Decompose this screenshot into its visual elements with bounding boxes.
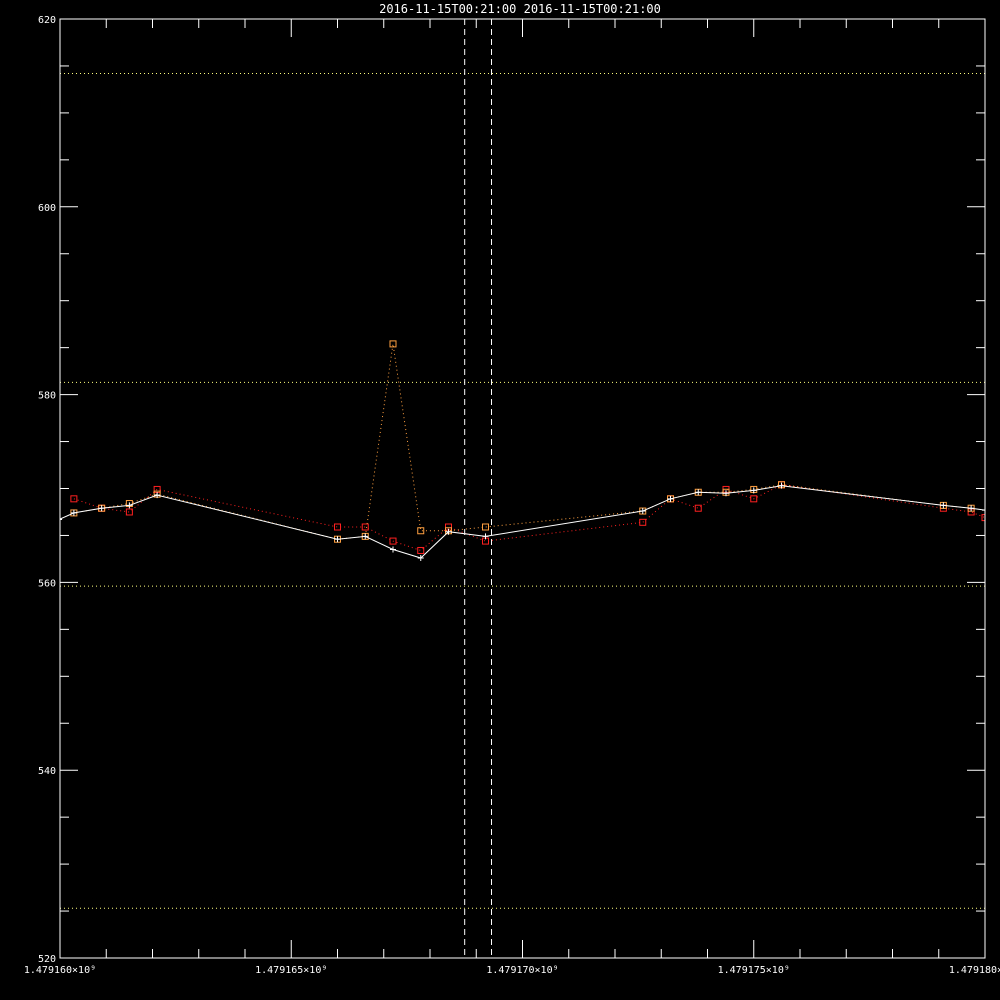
y-tick-label: 600 bbox=[38, 203, 56, 214]
x-tick-label: 1.479175×10⁹ bbox=[718, 965, 790, 976]
y-tick-label: 580 bbox=[38, 391, 56, 402]
x-tick-label: 1.479180×10⁹ bbox=[949, 965, 1000, 976]
chart: 520 540 560 580 600 620 1.479160×10⁹ 1.479165×1… bbox=[0, 0, 1000, 1000]
x-tick-label: 1.479160×10⁹ bbox=[24, 965, 96, 976]
y-tick-label: 560 bbox=[38, 578, 56, 589]
y-tick-label: 620 bbox=[38, 15, 56, 26]
y-tick-label: 520 bbox=[38, 954, 56, 965]
chart-title: 2016-11-15T00:21:00 2016-11-15T00:21:00 bbox=[379, 2, 661, 16]
x-tick-label: 1.479165×10⁹ bbox=[255, 965, 327, 976]
y-tick-label: 540 bbox=[38, 766, 56, 777]
chart-background bbox=[0, 0, 1000, 1000]
x-tick-label: 1.479170×10⁹ bbox=[486, 965, 558, 976]
